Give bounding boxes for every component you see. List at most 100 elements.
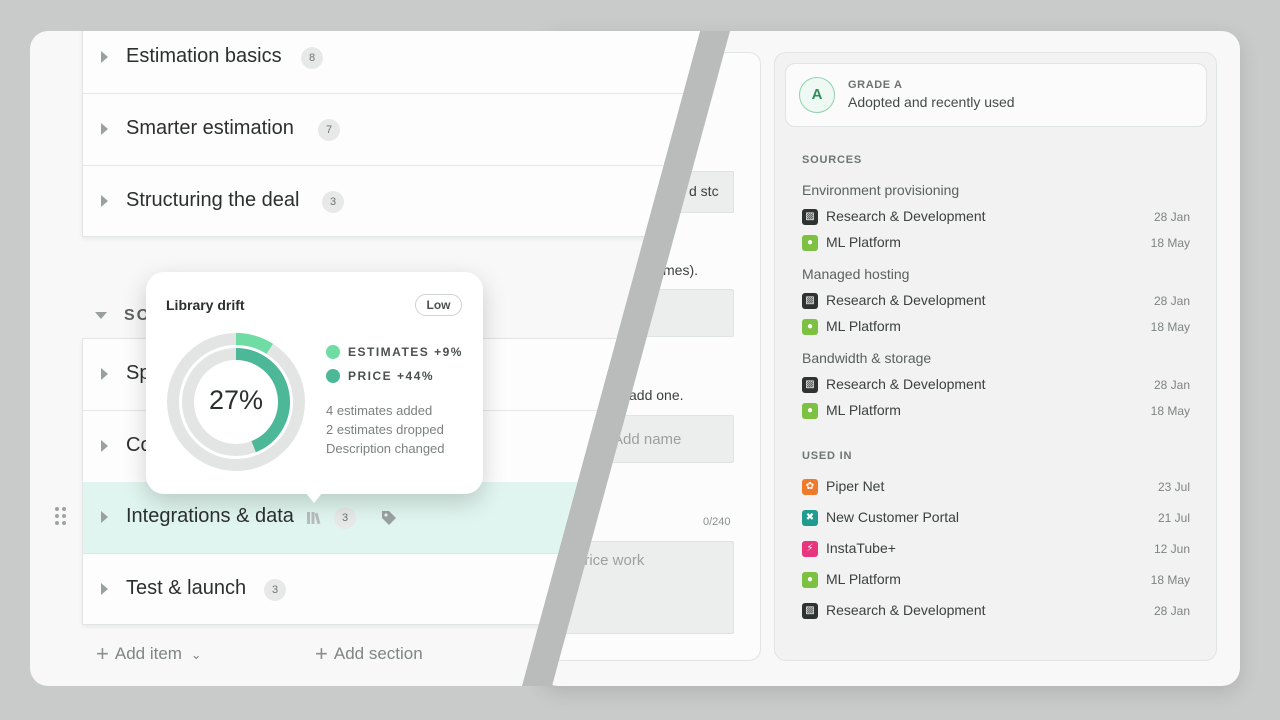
row-count-badge: 3 [322,191,344,213]
source-group-title: Environment provisioning [802,182,960,198]
ml-icon: ● [802,572,818,588]
ml-icon: ● [802,403,818,419]
name-input-placeholder: Add name [613,431,682,448]
used-in-item[interactable]: ⚡ InstaTube+ 12 Jun [802,539,1190,559]
estimates-arc [235,333,273,355]
library-drift-popover: Library drift Low 27% ESTIMATES +9% PRIC… [146,272,483,494]
tag-icon[interactable] [380,509,398,527]
grade-card: A GRADE A Adopted and recently used [785,63,1207,127]
source-item[interactable]: ● ML Platform 18 May [802,317,1190,337]
add-item-button[interactable]: + Add item ⌄ [96,639,202,666]
char-counter: 0/240 [703,516,731,528]
list-row[interactable]: Estimation basics 8 [83,31,700,94]
source-date: 28 Jan [1153,378,1190,392]
add-item-label: Add item [114,644,182,663]
popover-title: Library drift [166,297,245,313]
drift-percentage: 27% [208,385,264,415]
expand-caret-icon[interactable] [101,368,108,380]
change-line: Description changed [326,441,445,456]
source-name: Research & Development [826,376,986,392]
row-count-badge: 7 [318,119,340,141]
row-title: Test & launch [126,577,247,599]
expand-caret-icon[interactable] [101,195,108,207]
source-item[interactable]: ▨ Research & Development 28 Jan [802,207,1190,227]
legend-label: ESTIMATES +9% [348,345,463,359]
top-section-list: Estimation basics 8 Smarter estimation 7… [82,31,700,238]
row-count-badge: 3 [334,507,356,529]
row-title: Smarter estimation [126,117,294,139]
grade-badge: A [799,77,835,113]
source-item[interactable]: ● ML Platform 18 May [802,401,1190,421]
rd-icon: ▨ [802,209,818,225]
source-date: 28 Jan [1153,294,1190,308]
source-name: Research & Development [826,292,986,308]
used-in-name: Research & Development [826,602,986,618]
expand-caret-icon[interactable] [101,583,108,595]
legend-dot [326,369,340,383]
used-in-date: 18 May [1150,573,1190,587]
source-date: 18 May [1150,320,1190,334]
form-hint: mes). [663,262,698,278]
expand-caret-icon[interactable] [101,51,108,63]
used-in-item[interactable]: ✖ New Customer Portal 21 Jul [802,508,1190,528]
piper-net-icon: ✿ [802,479,818,495]
used-in-item[interactable]: ▨ Research & Development 28 Jan [802,601,1190,621]
library-icon[interactable] [306,510,322,526]
sources-panel: A GRADE A Adopted and recently used SOUR… [774,52,1217,661]
list-row[interactable]: Structuring the deal 3 [83,166,700,238]
rd-icon: ▨ [802,603,818,619]
rd-icon: ▨ [802,377,818,393]
source-name: ML Platform [826,234,901,250]
form-field-value: d stc [689,183,719,199]
list-row[interactable]: Smarter estimation 7 [83,94,700,166]
source-date: 18 May [1150,404,1190,418]
source-date: 28 Jan [1153,210,1190,224]
customer-portal-icon: ✖ [802,510,818,526]
source-name: ML Platform [826,318,901,334]
form-add-hint: add one. [629,387,684,403]
chevron-down-icon: ⌄ [190,647,202,662]
source-group-title: Bandwidth & storage [802,350,932,366]
row-count-badge: 3 [264,579,286,601]
used-in-name: New Customer Portal [826,509,960,525]
popover-arrow [305,492,323,503]
grade-title: GRADE A [848,79,903,91]
used-in-name: ML Platform [826,571,901,587]
sources-label: SOURCES [802,154,862,166]
source-item[interactable]: ▨ Research & Development 28 Jan [802,375,1190,395]
add-section-label: Add section [333,644,423,663]
source-name: ML Platform [826,402,901,418]
plus-icon: + [315,641,328,666]
change-line: 2 estimates dropped [326,422,444,437]
used-in-item[interactable]: ✿ Piper Net 23 Jul [802,477,1190,497]
legend-label: PRICE +44% [348,369,435,383]
instatube-icon: ⚡ [802,541,818,557]
plus-icon: + [96,641,109,666]
row-title: Structuring the deal [126,189,300,211]
collapse-caret-icon[interactable] [95,312,107,319]
legend-dot [326,345,340,359]
row-count-badge: 8 [301,47,323,69]
source-date: 18 May [1150,236,1190,250]
source-group-title: Managed hosting [802,266,910,282]
rd-icon: ▨ [802,293,818,309]
expand-caret-icon[interactable] [101,123,108,135]
source-item[interactable]: ● ML Platform 18 May [802,233,1190,253]
used-in-label: USED IN [802,450,853,462]
add-section-button[interactable]: + Add section [315,639,423,666]
used-in-item[interactable]: ● ML Platform 18 May [802,570,1190,590]
source-name: Research & Development [826,208,986,224]
row-title: Integrations & data [126,505,294,527]
used-in-date: 28 Jan [1153,604,1190,618]
used-in-name: InstaTube+ [826,540,896,556]
expand-caret-icon[interactable] [101,511,108,523]
change-line: 4 estimates added [326,403,433,418]
row-title: Estimation basics [126,45,282,67]
expand-caret-icon[interactable] [101,440,108,452]
source-item[interactable]: ▨ Research & Development 28 Jan [802,291,1190,311]
drag-handle-icon[interactable] [55,507,67,527]
ml-icon: ● [802,319,818,335]
used-in-date: 23 Jul [1157,480,1190,494]
drift-level-badge: Low [415,294,462,316]
ml-icon: ● [802,235,818,251]
